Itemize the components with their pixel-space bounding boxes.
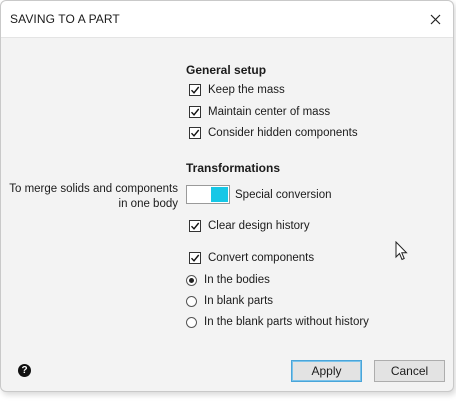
- title-bar: SAVING TO A PART: [1, 1, 453, 38]
- consider-hidden-components-label: Consider hidden components: [208, 127, 358, 139]
- special-conversion-label: Special conversion: [235, 189, 332, 201]
- check-icon: [190, 86, 200, 94]
- general-setup-heading: General setup: [186, 63, 267, 77]
- merge-label-line2: in one body: [118, 198, 178, 210]
- merge-solids-label: To merge solids and components in one bo…: [0, 182, 178, 212]
- checkbox-box: [189, 127, 201, 139]
- radio-selected-dot: [189, 277, 194, 283]
- radio-in-blank-parts-without-history[interactable]: In the blank parts without history: [186, 316, 369, 328]
- apply-button[interactable]: Apply: [291, 360, 362, 382]
- checkbox-box: [189, 220, 201, 232]
- radio-in-the-bodies[interactable]: In the bodies: [186, 274, 270, 286]
- merge-label-line1: To merge solids and components: [9, 183, 178, 195]
- close-icon: [430, 14, 440, 24]
- checkbox-box: [189, 84, 201, 96]
- cancel-button[interactable]: Cancel: [374, 360, 445, 382]
- check-icon: [190, 108, 200, 116]
- radio-circle: [186, 295, 197, 307]
- radio-circle: [186, 316, 197, 328]
- convert-components-checkbox[interactable]: Convert components: [189, 252, 314, 264]
- radio-in-the-bodies-label: In the bodies: [204, 274, 270, 286]
- special-conversion-toggle[interactable]: [186, 185, 230, 204]
- keep-mass-label: Keep the mass: [208, 84, 285, 96]
- convert-components-label: Convert components: [208, 252, 315, 264]
- radio-in-blank-parts-label: In blank parts: [204, 295, 274, 307]
- check-icon: [190, 222, 200, 230]
- checkbox-box: [189, 252, 201, 264]
- checkbox-box: [189, 106, 201, 118]
- radio-circle: [186, 274, 197, 286]
- maintain-center-of-mass-label: Maintain center of mass: [208, 106, 331, 118]
- close-button[interactable]: [423, 7, 447, 31]
- radio-in-blank-parts[interactable]: In blank parts: [186, 295, 273, 307]
- transformations-heading: Transformations: [186, 161, 281, 175]
- keep-mass-checkbox[interactable]: Keep the mass: [189, 84, 285, 96]
- dialog-title: SAVING TO A PART: [10, 12, 120, 26]
- clear-design-history-checkbox[interactable]: Clear design history: [189, 220, 310, 232]
- maintain-center-of-mass-checkbox[interactable]: Maintain center of mass: [189, 106, 330, 118]
- check-icon: [190, 254, 200, 262]
- clear-design-history-label: Clear design history: [208, 220, 310, 232]
- mouse-pointer-icon: [395, 241, 408, 261]
- toggle-knob: [211, 187, 228, 202]
- check-icon: [190, 129, 200, 137]
- help-icon[interactable]: ?: [18, 364, 31, 377]
- consider-hidden-components-checkbox[interactable]: Consider hidden components: [189, 127, 358, 139]
- radio-in-blank-parts-without-history-label: In the blank parts without history: [204, 316, 369, 328]
- saving-to-part-dialog: SAVING TO A PART General setup Keep the …: [0, 0, 454, 392]
